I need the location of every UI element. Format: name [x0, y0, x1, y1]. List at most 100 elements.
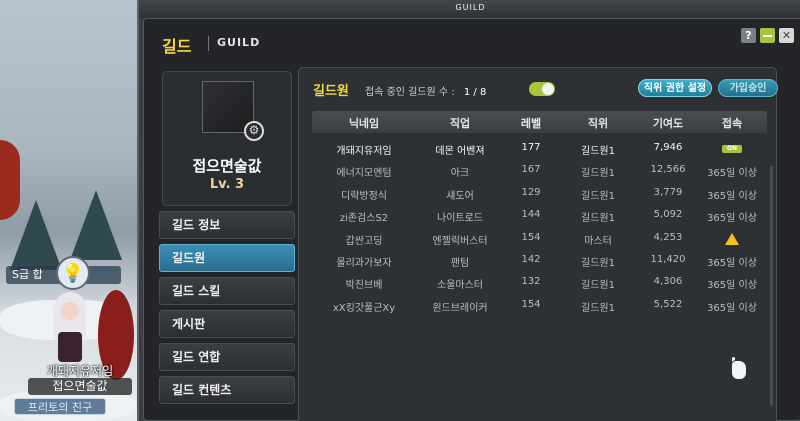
online-count-value: 1 / 8: [463, 87, 487, 98]
member-connection: 365일 이상: [707, 168, 757, 180]
member-row[interactable]: 몰리과가보자 팬텀 142 길드원1 11,420 365일 이상: [312, 250, 767, 272]
character-body: [58, 332, 82, 362]
character-face: [61, 302, 79, 320]
column-header-connection[interactable]: 접속: [699, 115, 765, 131]
column-header-level[interactable]: 레벨: [508, 115, 554, 131]
header-title-english: GUILD: [217, 36, 261, 49]
member-nickname: 디락방정식: [341, 190, 387, 202]
member-level: 167: [521, 164, 541, 176]
member-rank: 길드원1: [581, 302, 615, 314]
member-row[interactable]: 박친브베 소울마스터 132 길드원1 4,306 365일 이상: [312, 272, 767, 294]
lightbulb-icon[interactable]: 💡: [56, 256, 90, 290]
members-panel-title: 길드원: [313, 84, 349, 99]
member-row[interactable]: xX킹갓풀근Xy 윈드브레이커 154 길드원1 5,522 365일 이상: [312, 295, 767, 317]
member-rank: 길드원1: [581, 257, 615, 269]
menu-item-alliance[interactable]: 길드 연합: [159, 343, 295, 371]
members-scrollbar[interactable]: [770, 166, 773, 406]
window-titlebar[interactable]: GUILD: [139, 0, 800, 18]
pine-tree: [10, 200, 62, 270]
member-job: 데몬 어벤져: [435, 146, 485, 157]
member-rank: 길드원1: [581, 168, 615, 180]
member-level: 154: [521, 298, 541, 310]
member-contribution: 7,946: [653, 142, 683, 153]
member-nickname: 에너지모멘텀: [336, 168, 392, 180]
member-rank: 길드원1: [581, 213, 615, 225]
menu-item-board[interactable]: 게시판: [159, 310, 295, 338]
online-filter-toggle[interactable]: [529, 82, 555, 96]
member-contribution: 12,566: [650, 164, 686, 176]
member-row[interactable]: zi존검스S2 나이트로드 144 길드원1 5,092 365일 이상: [312, 205, 767, 227]
member-job: 팬텀: [450, 257, 470, 269]
minimize-button[interactable]: [759, 27, 776, 44]
guild-menu: 길드 정보 길드원 길드 스킬 게시판 길드 연합 길드 컨텐츠: [159, 211, 295, 409]
column-header-nickname[interactable]: 닉네임: [316, 115, 412, 131]
member-row[interactable]: 갑싼고딩 엔젤릭버스터 154 마스터 4,253: [312, 228, 767, 250]
member-row[interactable]: 디락방정식 섀도어 129 길드원1 3,779 365일 이상: [312, 183, 767, 205]
column-header-job[interactable]: 직업: [412, 115, 508, 131]
character-guild-name: 접으면술값: [28, 378, 132, 395]
member-contribution: 5,522: [653, 298, 683, 310]
member-level: 177: [521, 142, 541, 153]
header-title-korean: 길드: [162, 37, 192, 56]
member-connection: 365일 이상: [707, 302, 757, 314]
member-nickname: 박친브베: [345, 280, 383, 292]
member-nickname: 갑싼고딩: [345, 235, 383, 247]
online-badge-icon: ON: [722, 145, 742, 153]
member-rank: 길드원1: [581, 146, 615, 157]
column-header-rank[interactable]: 직위: [559, 115, 637, 131]
member-job: 섀도어: [446, 190, 474, 202]
player-character[interactable]: [48, 292, 92, 364]
member-connection: ON: [699, 142, 765, 153]
member-nickname: zi존검스S2: [339, 213, 389, 225]
window-title: GUILD: [455, 3, 486, 12]
pine-tree: [70, 190, 122, 260]
character-name: 개돼지유저임: [46, 364, 114, 378]
menu-item-contents[interactable]: 길드 컨텐츠: [159, 376, 295, 404]
member-connection: 365일 이상: [707, 280, 757, 292]
column-header-contribution[interactable]: 기여도: [637, 115, 699, 131]
menu-item-guild-skill[interactable]: 길드 스킬: [159, 277, 295, 305]
member-job: 윈드브레이커: [432, 302, 488, 314]
guild-window: GUILD 길드 GUILD ? ✕ ⚙ 접으면술값 Lv. 3 길드 정보 길…: [137, 0, 800, 421]
join-approval-button[interactable]: 가입승인: [718, 79, 778, 97]
member-level: 142: [521, 253, 541, 265]
member-rank: 길드원1: [581, 280, 615, 292]
guild-name: 접으면술값: [192, 157, 262, 175]
member-job: 아크: [450, 168, 470, 180]
member-rank: 마스터: [584, 235, 612, 247]
rank-settings-button[interactable]: 직위 권한 설정: [638, 79, 712, 97]
minus-icon: [763, 34, 772, 37]
member-row[interactable]: 에너지모멘텀 아크 167 길드원1 12,566 365일 이상: [312, 160, 767, 182]
member-nickname: xX킹갓풀근Xy: [332, 302, 396, 314]
gear-icon[interactable]: ⚙: [244, 121, 264, 141]
member-contribution: 5,092: [653, 209, 683, 221]
member-level: 154: [521, 231, 541, 243]
member-level: 144: [521, 209, 541, 221]
member-level: 132: [521, 276, 541, 288]
member-job: 나이트로드: [437, 213, 483, 225]
guild-info-card: ⚙ 접으면술값 Lv. 3: [162, 71, 292, 206]
toggle-knob: [542, 83, 554, 95]
guild-window-body: 길드 GUILD ? ✕ ⚙ 접으면술값 Lv. 3 길드 정보 길드원 길드 …: [143, 18, 800, 421]
member-contribution: 11,420: [650, 253, 686, 265]
member-connection: 365일 이상: [707, 257, 757, 269]
online-label-text: 접속 중인 길드원 수 :: [365, 87, 455, 98]
close-button[interactable]: ✕: [778, 27, 795, 44]
member-connection: 365일 이상: [707, 213, 757, 225]
member-nickname: 몰리과가보자: [336, 257, 392, 269]
member-nickname: 개돼지유저임: [336, 146, 392, 157]
help-button[interactable]: ?: [740, 27, 757, 44]
character-medal-badge: 프리토의 친구: [14, 398, 106, 415]
menu-item-members[interactable]: 길드원: [159, 244, 295, 272]
member-rank: 길드원1: [581, 190, 615, 202]
member-contribution: 4,306: [653, 276, 683, 288]
member-connection: [699, 232, 765, 247]
member-row[interactable]: 개돼지유저임 데몬 어벤져 177 길드원1 7,946 ON: [312, 138, 767, 160]
member-contribution: 4,253: [653, 231, 683, 243]
hand-cursor-icon: [729, 356, 749, 382]
header-divider: [208, 36, 209, 51]
cursor-hand: [731, 360, 747, 380]
close-icon: ✕: [781, 29, 792, 42]
members-panel: 길드원 접속 중인 길드원 수 : 1 / 8 직위 권한 설정 가입승인 닉네…: [298, 67, 778, 421]
menu-item-guild-info[interactable]: 길드 정보: [159, 211, 295, 239]
